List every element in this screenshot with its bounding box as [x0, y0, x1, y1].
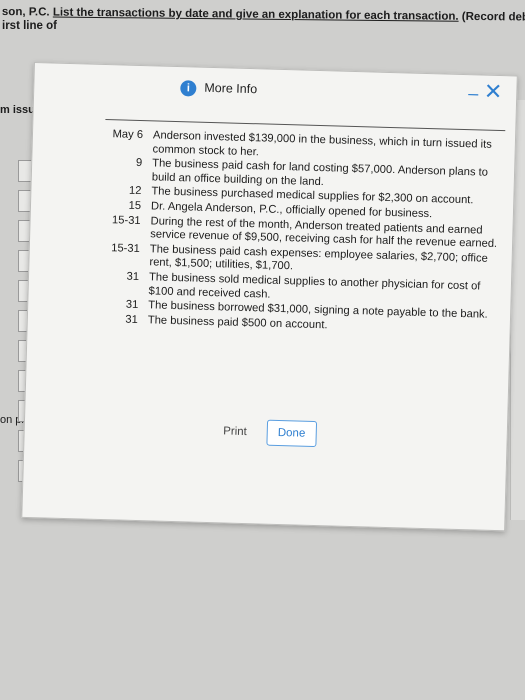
dialog-title: More Info: [204, 80, 258, 97]
done-button[interactable]: Done: [266, 419, 317, 448]
question-suffix: (Record debits first, then credits. Sele…: [461, 10, 525, 25]
question-line2: irst line of: [2, 20, 57, 32]
transaction-date: 15: [128, 199, 142, 213]
transaction-date: 15-31: [111, 241, 140, 255]
dialog-header: i More Info – ✕: [34, 63, 517, 120]
dialog-buttons: Print Done: [24, 413, 507, 452]
print-button[interactable]: Print: [215, 418, 255, 445]
question-instruction-link: List the transactions by date and give a…: [52, 6, 459, 23]
transaction-date: 15-31: [111, 213, 141, 227]
close-button[interactable]: ✕: [484, 79, 503, 105]
transaction-date: 9: [135, 157, 143, 170]
transaction-date: May 6: [112, 128, 144, 142]
transaction-date: 12: [128, 185, 142, 198]
transaction-date: 31: [125, 298, 139, 312]
minimize-button[interactable]: –: [468, 83, 479, 104]
question-prefix: son, P.C.: [1, 6, 53, 19]
transaction-list: May 6 Anderson invested $139,000 in the …: [99, 119, 506, 339]
question-instructions: son, P.C. List the transactions by date …: [2, 6, 525, 25]
transaction-date: 31: [126, 270, 140, 283]
info-icon: i: [180, 80, 197, 97]
more-info-dialog: i More Info – ✕ May 6 Anderson invested …: [21, 62, 518, 532]
transaction-date: 31: [125, 313, 139, 326]
